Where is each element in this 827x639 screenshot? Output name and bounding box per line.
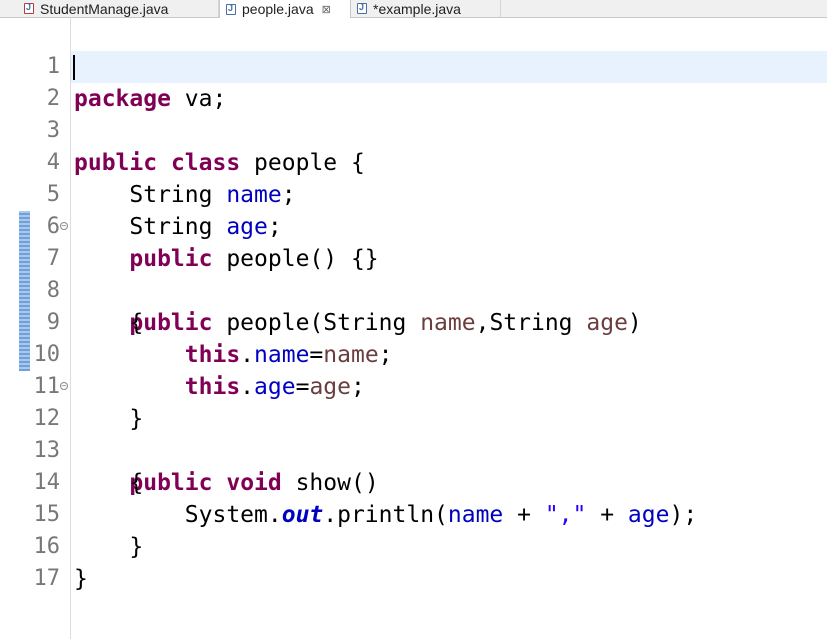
code-line[interactable]: 9 this.name=name; bbox=[0, 275, 827, 368]
close-tab-icon[interactable]: ⊠ bbox=[322, 3, 331, 16]
tab-label: *example.java bbox=[373, 0, 461, 17]
code-line[interactable]: 6 public people() {} bbox=[0, 179, 827, 272]
tab-people-java[interactable]: people.java ⊠ bbox=[219, 0, 351, 18]
code-line[interactable]: 13 { bbox=[0, 403, 827, 496]
code-text: } bbox=[74, 566, 88, 592]
java-file-icon bbox=[226, 3, 236, 15]
tab-example-java[interactable]: *example.java bbox=[351, 0, 501, 17]
editor-tab-bar: StudentManage.java people.java ⊠ *exampl… bbox=[0, 0, 827, 18]
code-line[interactable]: 4 String name; bbox=[0, 115, 827, 208]
line-number: 17 bbox=[33, 566, 61, 591]
code-line[interactable]: 1 package va; bbox=[0, 19, 827, 112]
code-line[interactable]: 14 System.out.println(name + "," + age); bbox=[0, 435, 827, 528]
code-line[interactable]: 11 } bbox=[0, 339, 827, 432]
java-file-error-icon bbox=[24, 2, 34, 14]
code-line[interactable]: 15 } bbox=[0, 467, 827, 560]
java-file-icon bbox=[357, 2, 367, 14]
code-editor[interactable]: 1 package va; 2 3 public class people { … bbox=[0, 18, 827, 639]
tab-studentmanage-java[interactable]: StudentManage.java bbox=[18, 0, 219, 17]
code-line[interactable]: 10 this.age=age; bbox=[0, 307, 827, 400]
code-line[interactable]: 17 bbox=[0, 531, 827, 591]
code-line[interactable]: 7 − public people(String name,String age… bbox=[0, 211, 827, 336]
code-line[interactable]: 5 String age; bbox=[0, 147, 827, 240]
code-line[interactable]: 12 − public void show() bbox=[0, 371, 827, 496]
code-line[interactable]: 16 } bbox=[0, 499, 827, 592]
text-cursor bbox=[73, 55, 75, 80]
code-line[interactable]: 2 bbox=[0, 51, 827, 111]
tab-label: StudentManage.java bbox=[40, 0, 169, 17]
fold-collapse-icon[interactable]: − bbox=[60, 382, 68, 390]
code-line[interactable]: 8 { bbox=[0, 243, 827, 336]
tab-label: people.java bbox=[242, 1, 314, 17]
fold-collapse-icon[interactable]: − bbox=[60, 222, 68, 230]
code-line[interactable]: 3 public class people { bbox=[0, 83, 827, 176]
